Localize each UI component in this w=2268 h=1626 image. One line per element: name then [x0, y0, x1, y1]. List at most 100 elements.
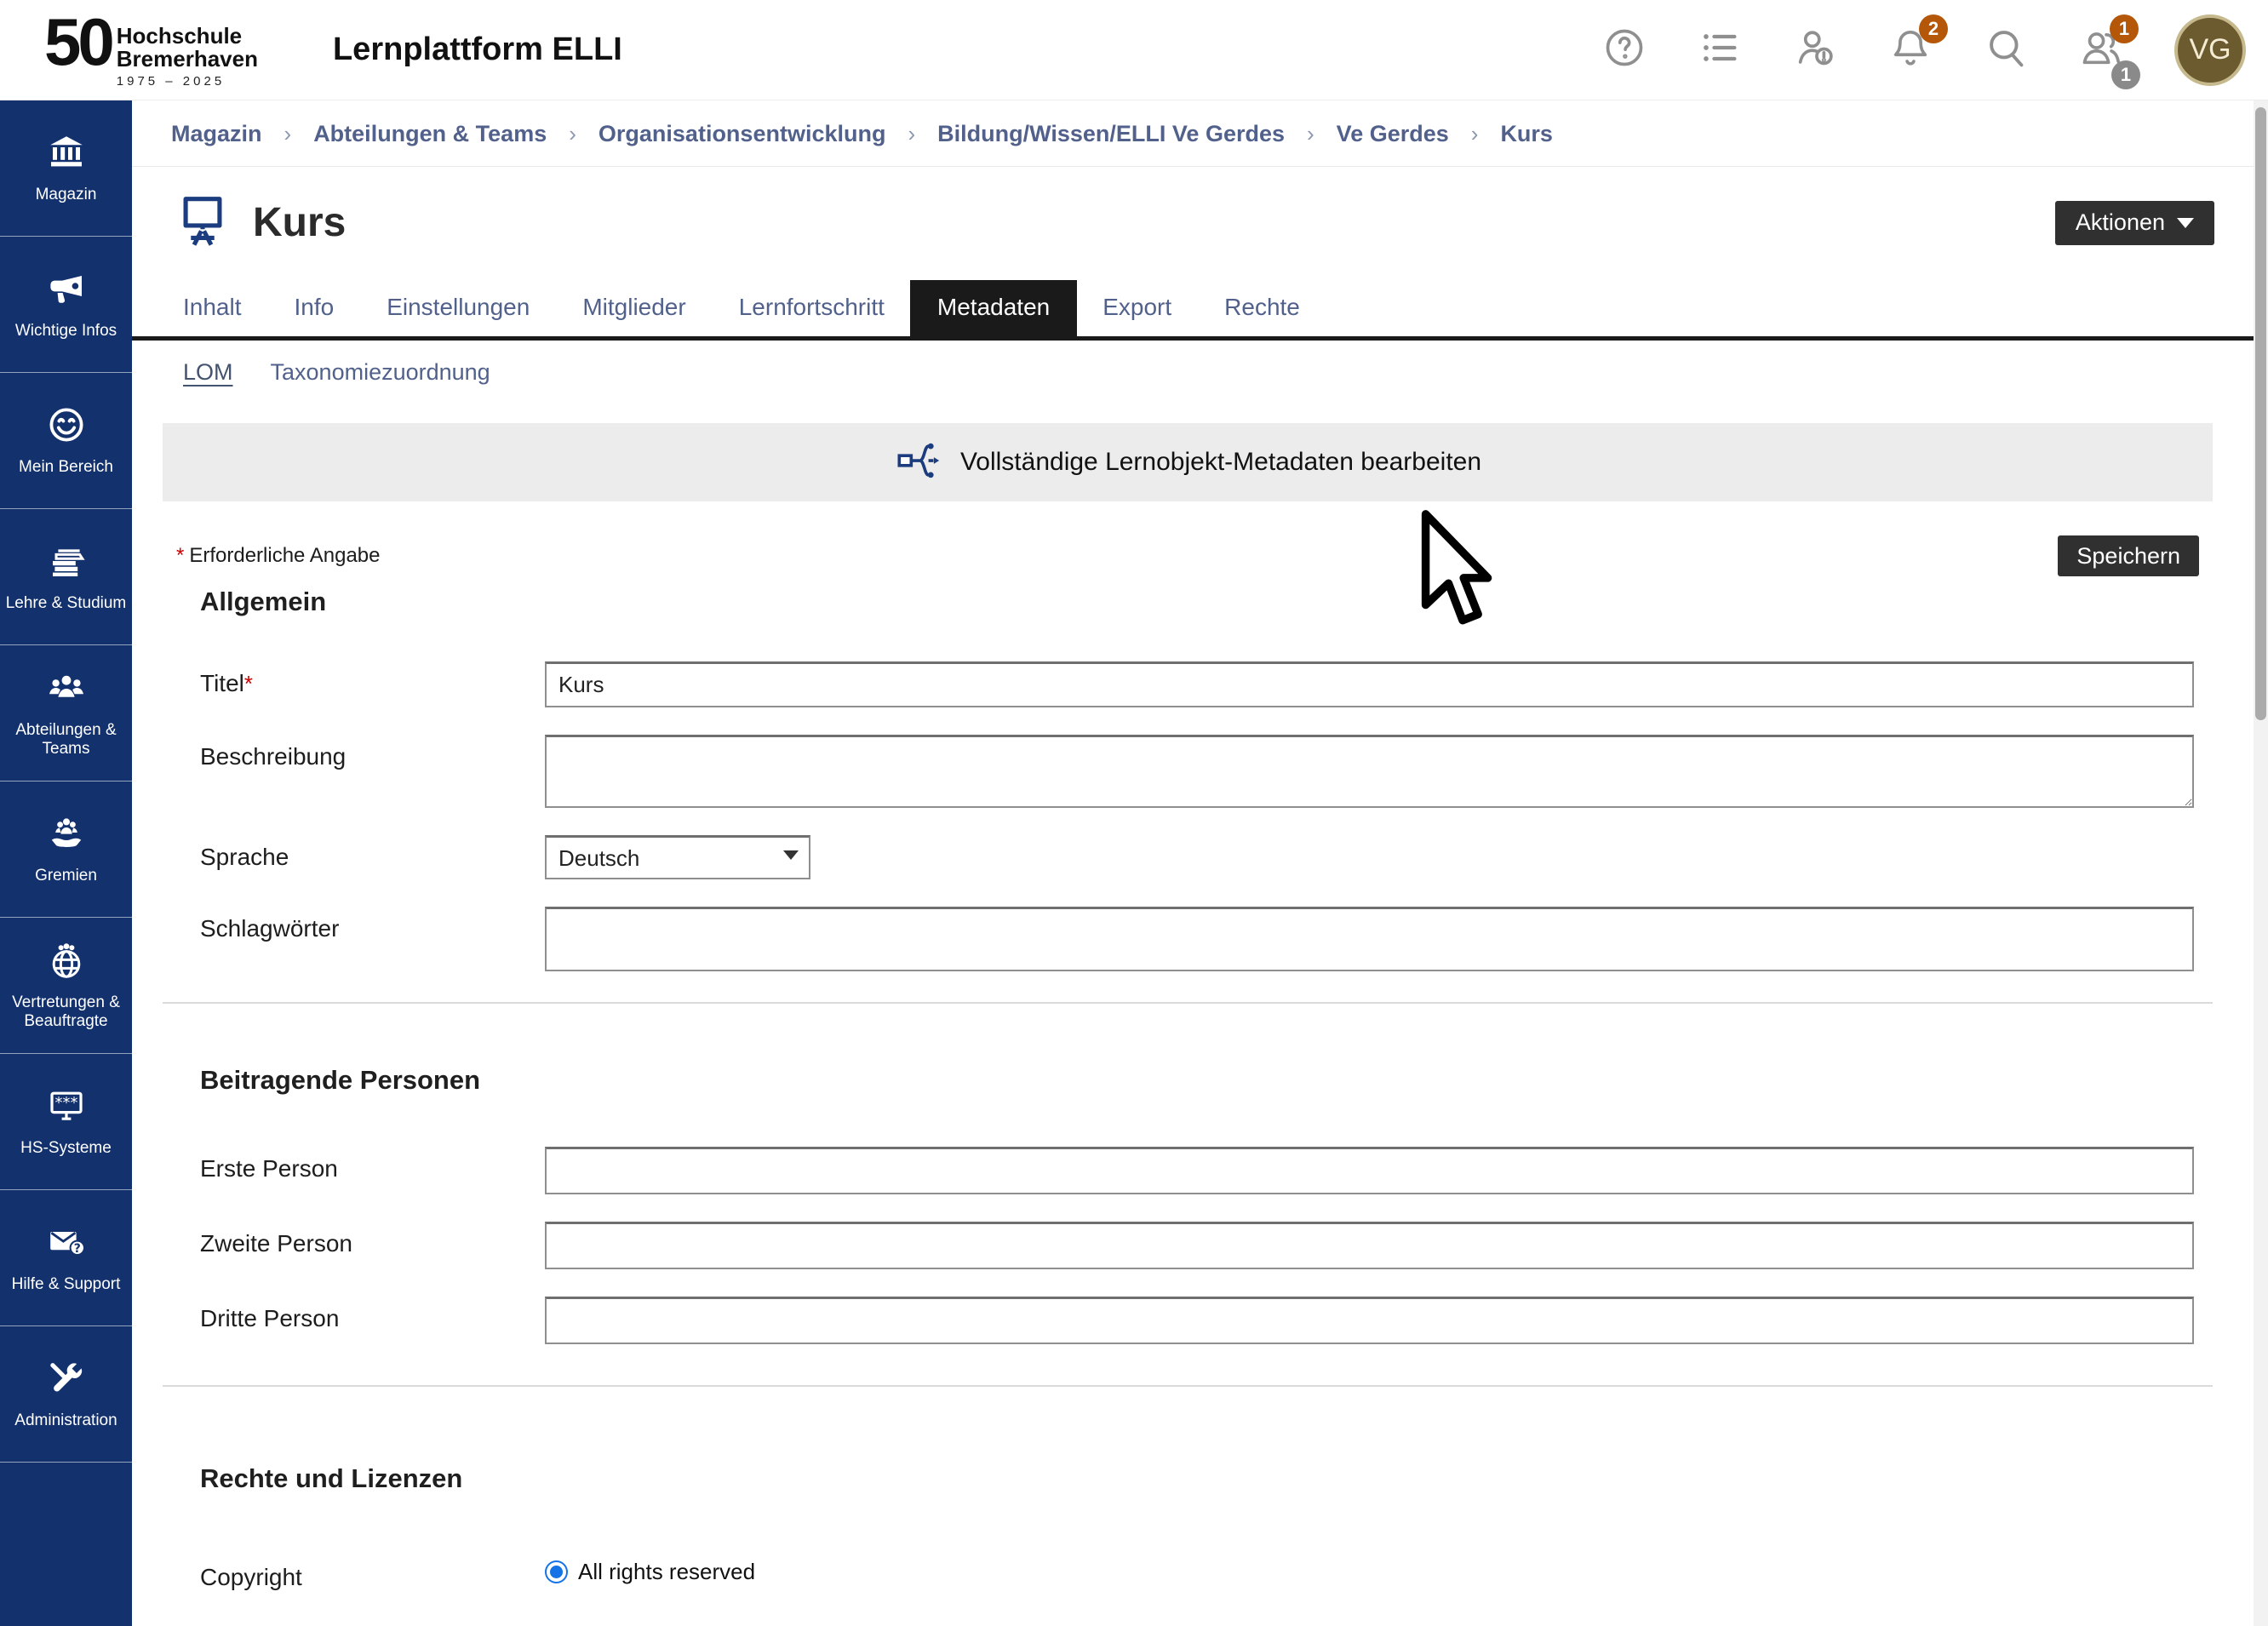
titel-label: Titel*	[200, 661, 545, 707]
required-asterisk: *	[176, 544, 184, 567]
contacts-badge-new: 1	[2110, 14, 2139, 43]
tab-rechte[interactable]: Rechte	[1224, 280, 1300, 336]
save-button[interactable]: Speichern	[2058, 535, 2199, 576]
edit-full-metadata-banner[interactable]: Vollständige Lernobjekt-Metadaten bearbe…	[163, 423, 2213, 501]
sidebar-item-magazin[interactable]: Magazin	[0, 100, 132, 237]
erste-person-input[interactable]	[545, 1147, 2194, 1194]
tab-metadaten[interactable]: Metadaten	[910, 280, 1077, 336]
help-icon	[1602, 26, 1647, 74]
tab-bar: Inhalt Info Einstellungen Mitglieder Ler…	[132, 280, 2254, 341]
sidebar-item-administration[interactable]: Administration	[0, 1326, 132, 1463]
required-asterisk: *	[244, 671, 253, 696]
sidebar-item-wichtige-infos[interactable]: Wichtige Infos	[0, 237, 132, 373]
sidebar-item-hilfe-support[interactable]: ? Hilfe & Support	[0, 1190, 132, 1326]
tab-einstellungen[interactable]: Einstellungen	[387, 280, 530, 336]
zweite-person-input[interactable]	[545, 1222, 2194, 1269]
erste-person-label: Erste Person	[200, 1147, 545, 1194]
mail-help-icon: ?	[46, 1222, 87, 1275]
page-title: Kurs	[253, 199, 346, 246]
vertical-scrollbar[interactable]	[2254, 100, 2268, 1626]
breadcrumb-item[interactable]: Magazin	[171, 121, 262, 147]
contacts-button[interactable]: 1 1	[2079, 28, 2123, 72]
metadata-form: Allgemein Titel* Beschreibung Sprache De…	[132, 587, 2254, 1591]
subtab-lom[interactable]: LOM	[183, 359, 233, 386]
breadcrumb-separator: ›	[1307, 121, 1314, 147]
smiley-icon	[46, 404, 87, 458]
logo-50-text: 50	[44, 11, 112, 72]
banner-label: Vollständige Lernobjekt-Metadaten bearbe…	[960, 448, 1481, 477]
dritte-person-label: Dritte Person	[200, 1297, 545, 1344]
sprache-label: Sprache	[200, 835, 545, 879]
beschreibung-textarea[interactable]	[545, 735, 2194, 808]
tab-mitglieder[interactable]: Mitglieder	[582, 280, 685, 336]
schlagwoerter-input[interactable]	[545, 907, 2194, 971]
breadcrumb-separator: ›	[569, 121, 576, 147]
breadcrumb-item[interactable]: Bildung/Wissen/ELLI Ve Gerdes	[937, 121, 1285, 147]
committee-icon	[46, 813, 87, 867]
sidebar-item-lehre-studium[interactable]: Lehre & Studium	[0, 509, 132, 645]
search-icon	[1984, 26, 2028, 74]
sidebar-filler	[0, 1463, 132, 1626]
megaphone-icon	[46, 268, 87, 322]
notifications-button[interactable]: 2	[1888, 28, 1933, 72]
sprache-select[interactable]: Deutsch	[545, 835, 810, 879]
svg-text:?: ?	[73, 1242, 80, 1256]
avatar[interactable]: VG	[2174, 14, 2246, 86]
copyright-label: Copyright	[200, 1555, 545, 1591]
logo-line1: Hochschule	[117, 25, 258, 48]
logo-line2: Bremerhaven	[117, 48, 258, 71]
breadcrumb-item[interactable]: Organisationsentwicklung	[598, 121, 886, 147]
monitor-icon: ***	[46, 1085, 87, 1139]
sidebar-item-vertretungen[interactable]: Vertretungen & Beauftragte	[0, 918, 132, 1054]
section-title-allgemein: Allgemein	[200, 587, 2194, 617]
tab-export[interactable]: Export	[1102, 280, 1171, 336]
university-logo[interactable]: 50 Hochschule Bremerhaven 1975 – 2025	[44, 11, 258, 89]
logo-years: 1975 – 2025	[117, 74, 258, 89]
course-easel-icon	[175, 191, 231, 255]
actions-button[interactable]: Aktionen	[2055, 201, 2214, 245]
breadcrumb-item-current[interactable]: Kurs	[1500, 121, 1553, 147]
team-icon	[46, 667, 87, 721]
subtab-taxonomiezuordnung[interactable]: Taxonomiezuordnung	[271, 359, 490, 386]
search-button[interactable]	[1984, 28, 2028, 72]
todo-list-button[interactable]	[1698, 28, 1742, 72]
sidebar-item-mein-bereich[interactable]: Mein Bereich	[0, 373, 132, 509]
globe-people-icon	[46, 940, 87, 993]
main-sidebar: Magazin Wichtige Infos Mein Bereich Lehr…	[0, 100, 132, 1626]
who-is-online-button[interactable]	[1793, 28, 1837, 72]
notifications-badge: 2	[1919, 14, 1948, 43]
books-icon	[46, 541, 87, 594]
breadcrumb-item[interactable]: Abteilungen & Teams	[313, 121, 547, 147]
tab-info[interactable]: Info	[295, 280, 335, 336]
breadcrumb-separator: ›	[1471, 121, 1479, 147]
top-header: 50 Hochschule Bremerhaven 1975 – 2025 Le…	[0, 0, 2268, 100]
help-button[interactable]	[1602, 28, 1647, 72]
user-status-icon	[1793, 26, 1837, 74]
titel-input[interactable]	[545, 661, 2194, 707]
dritte-person-input[interactable]	[545, 1297, 2194, 1344]
main-content: Magazin › Abteilungen & Teams › Organisa…	[132, 100, 2254, 1618]
copyright-radio-selected[interactable]	[545, 1560, 568, 1583]
section-divider	[163, 1002, 2213, 1004]
required-note: *Erforderliche Angabe	[176, 544, 381, 568]
section-divider	[163, 1385, 2213, 1387]
bank-icon	[46, 132, 87, 186]
tools-icon	[46, 1358, 87, 1411]
scrollbar-thumb[interactable]	[2255, 107, 2266, 720]
tab-inhalt[interactable]: Inhalt	[183, 280, 242, 336]
subtab-bar: LOM Taxonomiezuordnung	[132, 359, 2254, 386]
tab-lernfortschritt[interactable]: Lernfortschritt	[739, 280, 885, 336]
sidebar-item-gremien[interactable]: Gremien	[0, 782, 132, 918]
contacts-badge-total: 1	[2111, 60, 2140, 89]
section-title-beitragende: Beitragende Personen	[200, 1065, 2194, 1096]
breadcrumb-separator: ›	[908, 121, 915, 147]
beschreibung-label: Beschreibung	[200, 735, 545, 808]
copyright-radio-label: All rights reserved	[578, 1559, 755, 1585]
metadata-tree-icon	[894, 436, 943, 490]
sidebar-item-hs-systeme[interactable]: *** HS-Systeme	[0, 1054, 132, 1190]
sidebar-item-abteilungen-teams[interactable]: Abteilungen & Teams	[0, 645, 132, 782]
breadcrumb-item[interactable]: Ve Gerdes	[1337, 121, 1449, 147]
breadcrumb: Magazin › Abteilungen & Teams › Organisa…	[132, 100, 2254, 167]
breadcrumb-separator: ›	[284, 121, 292, 147]
schlagwoerter-label: Schlagwörter	[200, 907, 545, 971]
